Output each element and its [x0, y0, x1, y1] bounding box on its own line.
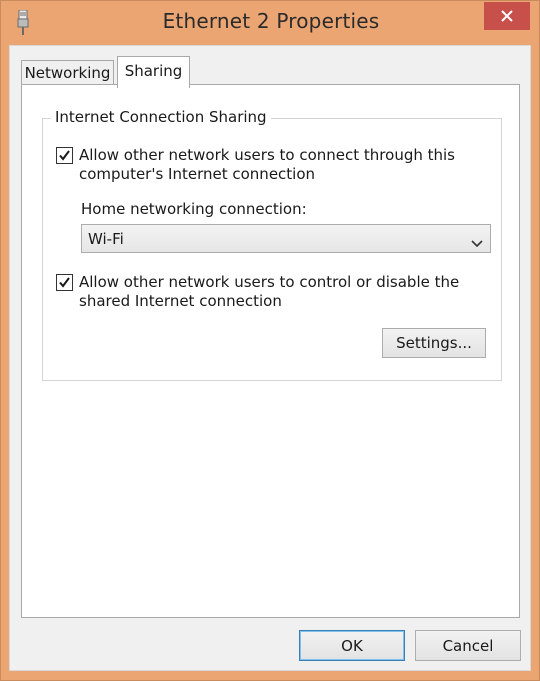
settings-button[interactable]: Settings... — [382, 328, 486, 358]
checkmark-icon — [59, 150, 70, 161]
home-networking-dropdown[interactable]: Wi-Fi — [81, 224, 491, 253]
close-button[interactable] — [484, 2, 530, 30]
tab-sharing[interactable]: Sharing — [117, 56, 190, 88]
tab-networking[interactable]: Networking — [21, 60, 114, 85]
tab-sharing-label: Sharing — [124, 61, 183, 80]
allow-control-line2: shared Internet connection — [79, 292, 282, 310]
tab-networking-label: Networking — [24, 64, 111, 82]
allow-connect-label[interactable]: Allow other network users to connect thr… — [79, 146, 469, 184]
ics-group-title: Internet Connection Sharing — [51, 108, 271, 126]
sharing-panel: Internet Connection Sharing Allow other … — [21, 84, 520, 618]
allow-control-label[interactable]: Allow other network users to control or … — [79, 273, 469, 311]
dialog-client-area: Networking Sharing Internet Connection S… — [9, 45, 531, 671]
properties-window: Ethernet 2 Properties Networking Sharing… — [0, 0, 540, 681]
cancel-button[interactable]: Cancel — [415, 630, 521, 661]
title-bar[interactable]: Ethernet 2 Properties — [1, 1, 539, 45]
chevron-down-icon — [471, 235, 483, 253]
window-title: Ethernet 2 Properties — [162, 9, 380, 33]
allow-control-line1: Allow other network users to control or … — [79, 273, 460, 291]
ok-button[interactable]: OK — [299, 630, 405, 661]
allow-control-checkbox[interactable] — [56, 274, 73, 291]
close-icon — [500, 9, 514, 23]
allow-connect-line2: computer's Internet connection — [79, 165, 316, 183]
allow-connect-line1: Allow other network users to connect thr… — [79, 146, 455, 164]
checkmark-icon — [59, 277, 70, 288]
home-networking-label: Home networking connection: — [81, 200, 307, 218]
allow-connect-checkbox[interactable] — [56, 147, 73, 164]
home-networking-value: Wi-Fi — [88, 230, 124, 248]
